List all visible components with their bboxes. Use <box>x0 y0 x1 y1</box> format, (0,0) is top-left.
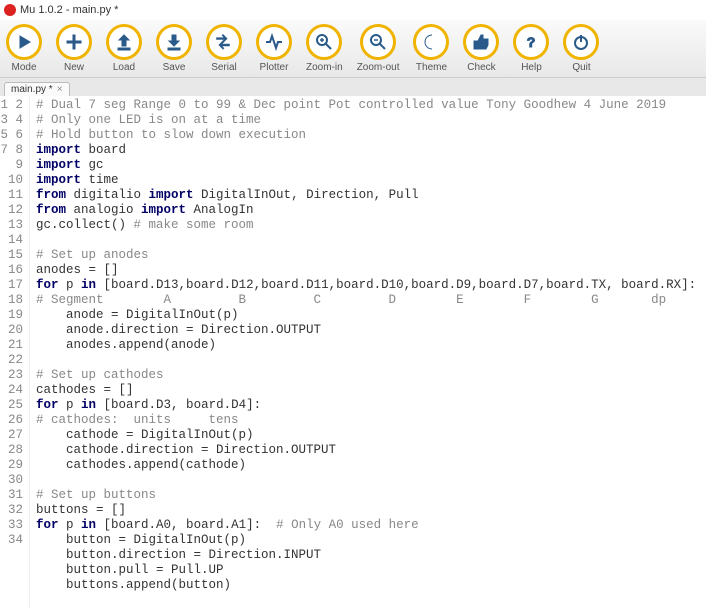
app-logo-icon <box>4 4 16 16</box>
toolbar-label: Check <box>467 62 495 73</box>
help-button[interactable]: ? Help <box>513 24 549 73</box>
code-editor[interactable]: 1 2 3 4 5 6 7 8 9 10 11 12 13 14 15 16 1… <box>0 96 706 608</box>
zout-icon <box>360 24 396 60</box>
new-button[interactable]: New <box>56 24 92 73</box>
toolbar-label: Zoom-out <box>357 62 400 73</box>
save-button[interactable]: Save <box>156 24 192 73</box>
toolbar: Mode New Load Save Serial Plotter Zoom-in Zoom-… <box>0 20 706 78</box>
close-icon[interactable]: × <box>57 84 63 95</box>
zin-icon <box>306 24 342 60</box>
toolbar-label: Save <box>163 62 186 73</box>
toolbar-label: New <box>64 62 84 73</box>
zoomout-button[interactable]: Zoom-out <box>357 24 400 73</box>
svg-text:?: ? <box>527 34 536 50</box>
toolbar-label: Load <box>113 62 135 73</box>
tab-label: main.py * <box>11 84 53 95</box>
theme-button[interactable]: Theme <box>413 24 449 73</box>
power-icon <box>563 24 599 60</box>
toolbar-label: Zoom-in <box>306 62 343 73</box>
thumb-icon <box>463 24 499 60</box>
window-titlebar: Mu 1.0.2 - main.py * <box>0 0 706 20</box>
tab-main[interactable]: main.py * × <box>4 82 70 96</box>
code-area[interactable]: # Dual 7 seg Range 0 to 99 & Dec point P… <box>30 96 706 608</box>
plus-icon <box>56 24 92 60</box>
q-icon: ? <box>513 24 549 60</box>
serial-button[interactable]: Serial <box>206 24 242 73</box>
check-button[interactable]: Check <box>463 24 499 73</box>
play-icon <box>6 24 42 60</box>
toolbar-label: Help <box>521 62 542 73</box>
mode-button[interactable]: Mode <box>6 24 42 73</box>
toolbar-label: Theme <box>416 62 447 73</box>
arrows-icon <box>206 24 242 60</box>
toolbar-label: Plotter <box>260 62 289 73</box>
line-gutter: 1 2 3 4 5 6 7 8 9 10 11 12 13 14 15 16 1… <box>0 96 30 608</box>
load-button[interactable]: Load <box>106 24 142 73</box>
quit-button[interactable]: Quit <box>563 24 599 73</box>
toolbar-label: Mode <box>11 62 36 73</box>
toolbar-label: Quit <box>572 62 590 73</box>
toolbar-label: Serial <box>211 62 237 73</box>
zoomin-button[interactable]: Zoom-in <box>306 24 343 73</box>
down-icon <box>156 24 192 60</box>
up-icon <box>106 24 142 60</box>
window-title: Mu 1.0.2 - main.py * <box>20 4 118 16</box>
moon-icon <box>413 24 449 60</box>
pulse-icon <box>256 24 292 60</box>
tab-bar: main.py * × <box>0 78 706 96</box>
plotter-button[interactable]: Plotter <box>256 24 292 73</box>
